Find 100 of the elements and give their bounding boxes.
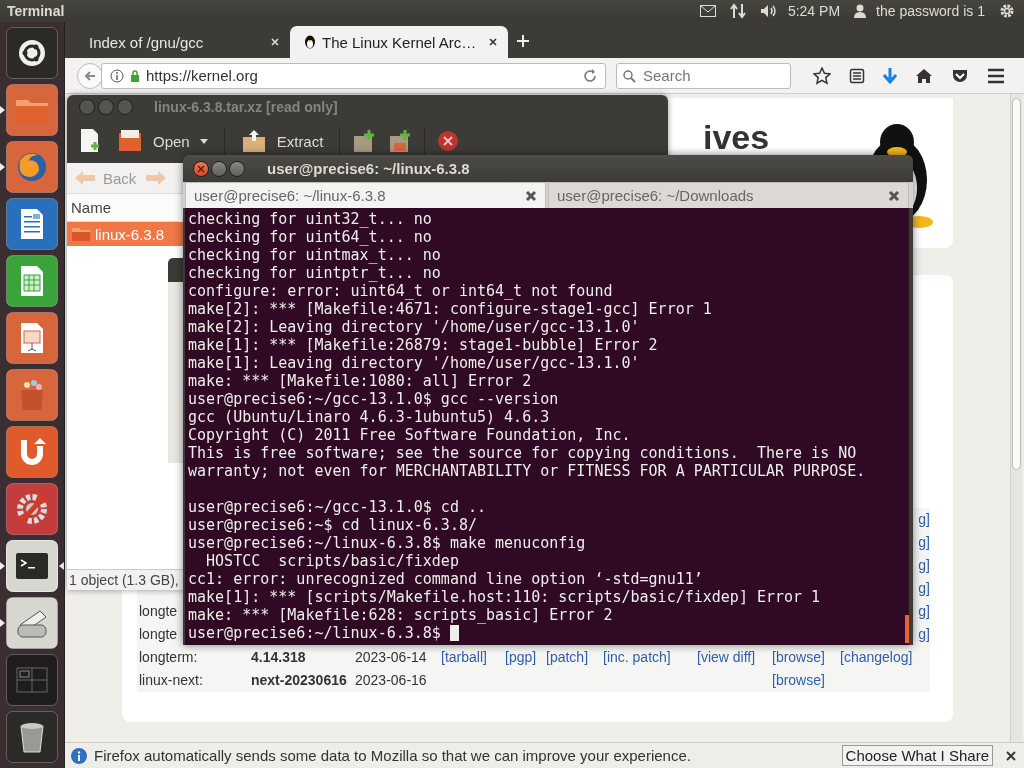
terminal-line: make[1]: *** [scripts/Makefile.host:110: scripts/basic/fixdep] Error 1 — [188, 588, 822, 606]
terminal-tab[interactable]: user@precise6: ~/linux-6.3.8 — [185, 182, 546, 208]
trash-icon — [6, 711, 58, 763]
link[interactable]: [pgp] — [505, 646, 537, 669]
release-version: next-20230616 — [251, 671, 348, 690]
new-tab-icon[interactable] — [516, 34, 530, 48]
link[interactable]: [changelog] — [840, 646, 913, 669]
file-name: linux-6.3.8 — [95, 225, 165, 243]
dash-icon — [6, 27, 58, 79]
link[interactable]: g] — [918, 600, 930, 623]
terminal-line: HOSTCC scripts/basic/fixdep — [205, 552, 460, 570]
link[interactable]: [patch] — [546, 646, 589, 669]
link[interactable]: g] — [918, 508, 930, 531]
person-icon[interactable] — [854, 4, 867, 18]
link[interactable]: [tarball] — [441, 646, 487, 669]
user-name[interactable]: the password is 1 — [876, 3, 985, 19]
clock[interactable]: 5:24 PM — [787, 3, 841, 19]
link[interactable]: [view diff] — [697, 646, 756, 669]
column-header[interactable]: Name — [67, 194, 179, 222]
terminal-line: checking for uintptr_t... no — [188, 264, 442, 282]
star-icon[interactable] — [813, 66, 831, 85]
close-icon[interactable] — [1006, 750, 1016, 761]
release-version: 4.14.318 — [251, 648, 307, 667]
release-date: 2023-06-14 — [355, 648, 428, 667]
reload-icon[interactable] — [583, 68, 597, 83]
close-button[interactable] — [193, 160, 209, 177]
horseshoe-icon — [6, 426, 58, 478]
home-icon[interactable] — [915, 67, 933, 84]
link[interactable]: [inc. patch] — [603, 646, 671, 669]
search-field[interactable]: Search — [616, 62, 791, 89]
minimize-button[interactable] — [211, 160, 227, 177]
release-label: longte — [138, 625, 178, 644]
link[interactable]: g] — [918, 577, 930, 600]
link[interactable]: [browse] — [772, 669, 825, 692]
terminal-line: user@precise6:~/gcc-13.1.0$ cd .. — [188, 498, 487, 516]
info-icon — [110, 68, 124, 83]
folder-icon — [71, 226, 91, 242]
terminal-line: checking for uint32_t... no — [188, 210, 433, 228]
box-icon — [117, 129, 143, 153]
menu-icon[interactable] — [987, 67, 1005, 84]
terminal-line: user@precise6:~/linux-6.3.8$ make menuconfig — [188, 534, 587, 552]
download-icon[interactable] — [883, 66, 897, 85]
close-icon[interactable] — [888, 189, 900, 202]
stop-icon[interactable] — [437, 130, 460, 152]
terminal-line: user@precise6:~$ cd linux-6.3.8/ — [188, 516, 478, 534]
volume-icon[interactable] — [759, 4, 778, 18]
scroll-thumb[interactable] — [1012, 98, 1021, 470]
envelope-icon[interactable] — [699, 5, 716, 17]
extract-button[interactable]: Extract — [236, 129, 328, 153]
link[interactable]: g] — [918, 623, 930, 646]
open-button[interactable]: Open — [113, 129, 212, 153]
penguin-icon — [304, 35, 316, 49]
window-title: user@precise6: ~/linux-6.3.8 — [267, 160, 470, 177]
link[interactable]: g] — [918, 531, 930, 554]
back-arrow-icon — [84, 69, 96, 82]
terminal-line: configure: error: uint64_t or int64_t not found — [188, 282, 614, 300]
back-button[interactable] — [77, 62, 103, 89]
launcher-button[interactable] — [0, 540, 64, 592]
globe-icon — [6, 141, 58, 193]
release-label: linux-next: — [138, 671, 203, 690]
page-heading: ives — [703, 120, 770, 154]
maximize-button[interactable] — [229, 160, 245, 177]
terminal-line: Copyright (C) 2011 Free Software Foundation, Inc. — [188, 426, 632, 444]
link[interactable]: [browse] — [772, 646, 825, 669]
release-label: longte — [138, 602, 178, 621]
release-label: longterm: — [138, 648, 198, 667]
terminal-line: make[1]: *** [Makefile:26879: stage1-bubble] Error 2 — [188, 336, 659, 354]
new-file-icon[interactable] — [79, 128, 101, 154]
close-icon[interactable] — [525, 189, 537, 202]
scrollbar[interactable] — [1010, 94, 1022, 742]
pocket-icon[interactable] — [951, 67, 969, 84]
transfer-arrows-icon[interactable] — [729, 3, 746, 19]
settings-icon[interactable] — [999, 3, 1015, 19]
scroll-thumb[interactable] — [905, 615, 909, 643]
folder-icon — [6, 84, 58, 136]
add-files-icon[interactable] — [352, 129, 377, 153]
browser-tab[interactable]: The Linux Kernel Arc… — [290, 26, 508, 58]
terminal-tab[interactable]: user@precise6: ~/Downloads — [548, 182, 909, 208]
close-icon[interactable] — [488, 37, 498, 47]
terminal-line: make: *** [Makefile:1080: all] Error 2 — [188, 372, 533, 390]
lock-icon — [130, 69, 140, 82]
add-folder-icon[interactable] — [388, 129, 413, 153]
shopping-bag-icon — [6, 369, 58, 421]
terminal-line: checking for uintmax_t... no — [188, 246, 442, 264]
reading-list-icon[interactable] — [849, 67, 865, 84]
choose-button[interactable]: Choose What I Share — [841, 745, 993, 766]
terminal-line: This is free software; see the source for copying conditions. There is NO — [188, 444, 858, 462]
info-icon — [71, 747, 87, 764]
browser-tab[interactable]: Index of /gnu/gcc — [75, 26, 290, 58]
settings-icon — [6, 483, 58, 535]
url-text: https://kernel.org — [146, 67, 259, 84]
tab-title: user@precise6: ~/linux-6.3.8 — [194, 187, 386, 204]
address-bar[interactable]: https://kernel.org — [101, 62, 606, 89]
terminal-line: gcc (Ubuntu/Linaro 4.6.3-1ubuntu5) 4.6.3 — [188, 408, 551, 426]
box-icon — [240, 129, 267, 153]
caret-icon — [199, 138, 208, 144]
left-arrow-icon — [73, 170, 97, 186]
notification-message: Firefox automatically sends some data to Mozilla so that we can improve your experience. — [94, 747, 692, 764]
terminal-line: make[1]: Leaving directory '/home/user/gcc-13.1.0' — [188, 354, 641, 372]
link[interactable]: g] — [918, 554, 930, 577]
